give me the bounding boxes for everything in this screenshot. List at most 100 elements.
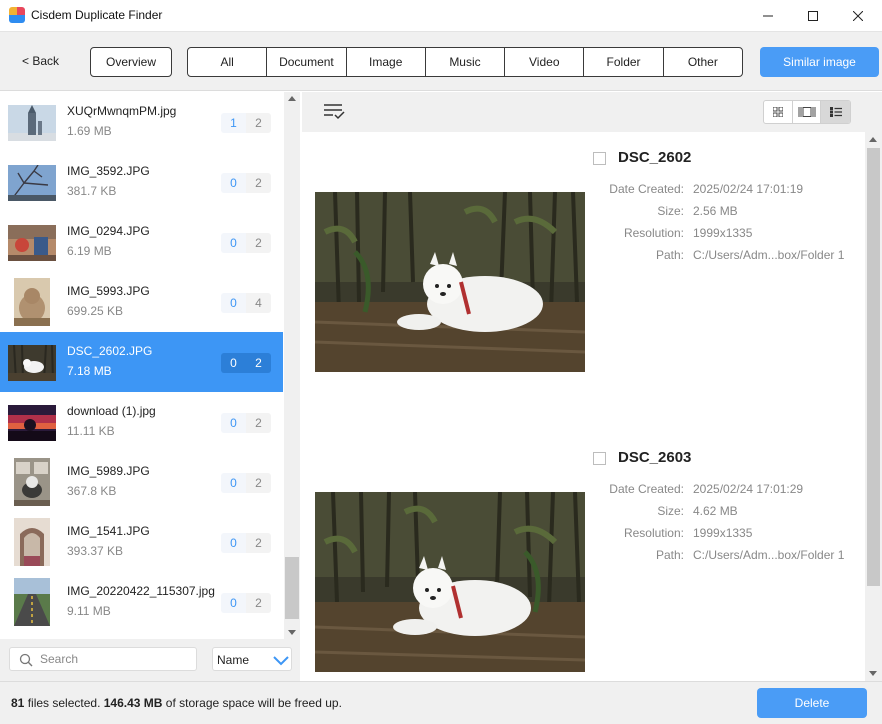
selected-count: 0	[221, 533, 246, 553]
file-size: 381.7 KB	[67, 184, 117, 198]
path-value[interactable]: C:/Users/Adm...box/Folder 1	[693, 248, 844, 262]
list-item[interactable]: IMG_1541.JPG 393.37 KB 0 2	[0, 512, 283, 572]
file-size: 6.19 MB	[67, 244, 112, 258]
duplicate-count: 1 2	[221, 113, 271, 133]
list-view-icon	[829, 107, 842, 117]
main-toolbar: < Back Overview All Document Image Music…	[0, 31, 882, 91]
selected-count: 0	[221, 233, 246, 253]
tab-document[interactable]: Document	[267, 48, 347, 76]
list-view-button[interactable]	[821, 101, 850, 123]
selected-count: 0	[230, 356, 237, 370]
detail-scrollbar[interactable]	[865, 132, 882, 681]
file-size: 393.37 KB	[67, 544, 124, 558]
duplicate-count: 0 2	[221, 413, 271, 433]
file-thumbnail	[8, 225, 56, 261]
date-value: 2025/02/24 17:01:19	[693, 182, 804, 196]
maximize-button[interactable]	[790, 0, 836, 31]
list-item[interactable]: IMG_0294.JPG 6.19 MB 0 2	[0, 212, 283, 272]
file-name: XUQrMwnqmPM.jpg	[67, 104, 177, 118]
list-item[interactable]: IMG_5993.JPG 699.25 KB 0 4	[0, 272, 283, 332]
duplicate-count: 0 2	[221, 593, 271, 613]
file-list-scrollbar[interactable]	[284, 92, 300, 639]
list-item-selected[interactable]: DSC_2602.JPG 7.18 MB 0 2	[0, 332, 283, 392]
selected-count: 1	[221, 113, 246, 133]
selected-count: 0	[221, 413, 246, 433]
similar-image-button[interactable]: Similar image	[760, 47, 879, 77]
file-preview-image[interactable]	[315, 192, 585, 372]
tab-video[interactable]: Video	[505, 48, 585, 76]
file-name: IMG_20220422_115307.jpg	[67, 584, 215, 598]
file-thumbnail	[8, 345, 56, 381]
file-thumbnail	[8, 405, 56, 441]
close-icon	[853, 10, 863, 21]
chevron-down-icon	[273, 656, 289, 666]
tab-folder[interactable]: Folder	[584, 48, 664, 76]
minimize-icon	[763, 15, 773, 16]
file-checkbox[interactable]	[593, 452, 606, 465]
resolution-value: 1999x1335	[693, 526, 753, 540]
duplicate-count: 0 4	[221, 293, 271, 313]
size-value: 4.62 MB	[693, 504, 738, 518]
auto-select-icon[interactable]	[323, 102, 345, 120]
status-footer: 81 files selected. 146.43 MB of storage …	[0, 681, 882, 724]
file-thumbnail	[14, 578, 50, 626]
overview-button[interactable]: Overview	[90, 47, 172, 77]
minimize-button[interactable]	[745, 0, 791, 31]
file-name: download (1).jpg	[67, 404, 156, 418]
scroll-down-icon[interactable]	[869, 671, 877, 676]
scrollbar-thumb[interactable]	[867, 148, 880, 586]
detail-toolbar	[302, 92, 882, 132]
app-icon	[9, 7, 25, 23]
search-box[interactable]	[9, 647, 197, 671]
scrollbar-thumb[interactable]	[285, 557, 299, 619]
file-name: IMG_0294.JPG	[67, 224, 150, 238]
list-item[interactable]: download (1).jpg 11.11 KB 0 2	[0, 392, 283, 452]
list-item[interactable]: IMG_20220422_115307.jpg 9.11 MB 0 2	[0, 572, 283, 632]
duplicate-file-list: XUQrMwnqmPM.jpg 1.69 MB 1 2 IMG_3592.JPG…	[0, 92, 300, 639]
grid-view-button[interactable]	[764, 101, 793, 123]
list-item[interactable]: XUQrMwnqmPM.jpg 1.69 MB 1 2	[0, 92, 283, 152]
file-title: DSC_2603	[618, 449, 692, 466]
scroll-down-icon[interactable]	[288, 630, 296, 635]
detail-panel: DSC_2602 Date Created: 2025/02/24 17:01:…	[302, 92, 882, 681]
tab-other[interactable]: Other	[664, 48, 742, 76]
duplicate-count: 0 2	[221, 173, 271, 193]
total-count: 2	[246, 473, 271, 493]
freed-space-text: of storage space will be freed up.	[165, 696, 342, 710]
tab-music[interactable]: Music	[426, 48, 506, 76]
file-size: 699.25 KB	[67, 304, 124, 318]
tab-image[interactable]: Image	[347, 48, 426, 76]
total-count: 2	[246, 593, 271, 613]
file-preview-image[interactable]	[315, 492, 585, 672]
compare-view-icon	[798, 107, 815, 117]
duplicate-count: 0 2	[221, 533, 271, 553]
path-value[interactable]: C:/Users/Adm...box/Folder 1	[693, 548, 844, 562]
search-input[interactable]	[40, 651, 190, 667]
total-count: 2	[246, 113, 271, 133]
duplicate-count: 0 2	[221, 233, 271, 253]
file-checkbox[interactable]	[593, 152, 606, 165]
tab-all[interactable]: All	[188, 48, 268, 76]
selected-count: 0	[221, 173, 246, 193]
scroll-up-icon[interactable]	[288, 96, 296, 101]
total-count: 2	[246, 413, 271, 433]
file-size: 9.11 MB	[67, 604, 111, 618]
date-value: 2025/02/24 17:01:29	[693, 482, 804, 496]
total-count: 2	[255, 356, 262, 370]
file-size: 11.11 KB	[67, 424, 115, 438]
list-item[interactable]: IMG_3592.JPG 381.7 KB 0 2	[0, 152, 283, 212]
category-tabs: All Document Image Music Video Folder Ot…	[187, 47, 743, 77]
scroll-up-icon[interactable]	[869, 137, 877, 142]
compare-view-button[interactable]	[793, 101, 822, 123]
delete-button[interactable]: Delete	[757, 688, 867, 718]
search-bar: Name	[0, 639, 300, 681]
path-label: Path:	[655, 548, 684, 562]
file-name: IMG_5993.JPG	[67, 284, 150, 298]
file-thumbnail	[8, 105, 56, 141]
list-item[interactable]: IMG_5989.JPG 367.8 KB 0 2	[0, 452, 283, 512]
back-button[interactable]: < Back	[22, 54, 59, 68]
window-title: Cisdem Duplicate Finder	[31, 8, 163, 22]
grid-view-icon	[772, 107, 783, 117]
sort-dropdown[interactable]: Name	[212, 647, 292, 671]
close-button[interactable]	[835, 0, 881, 31]
